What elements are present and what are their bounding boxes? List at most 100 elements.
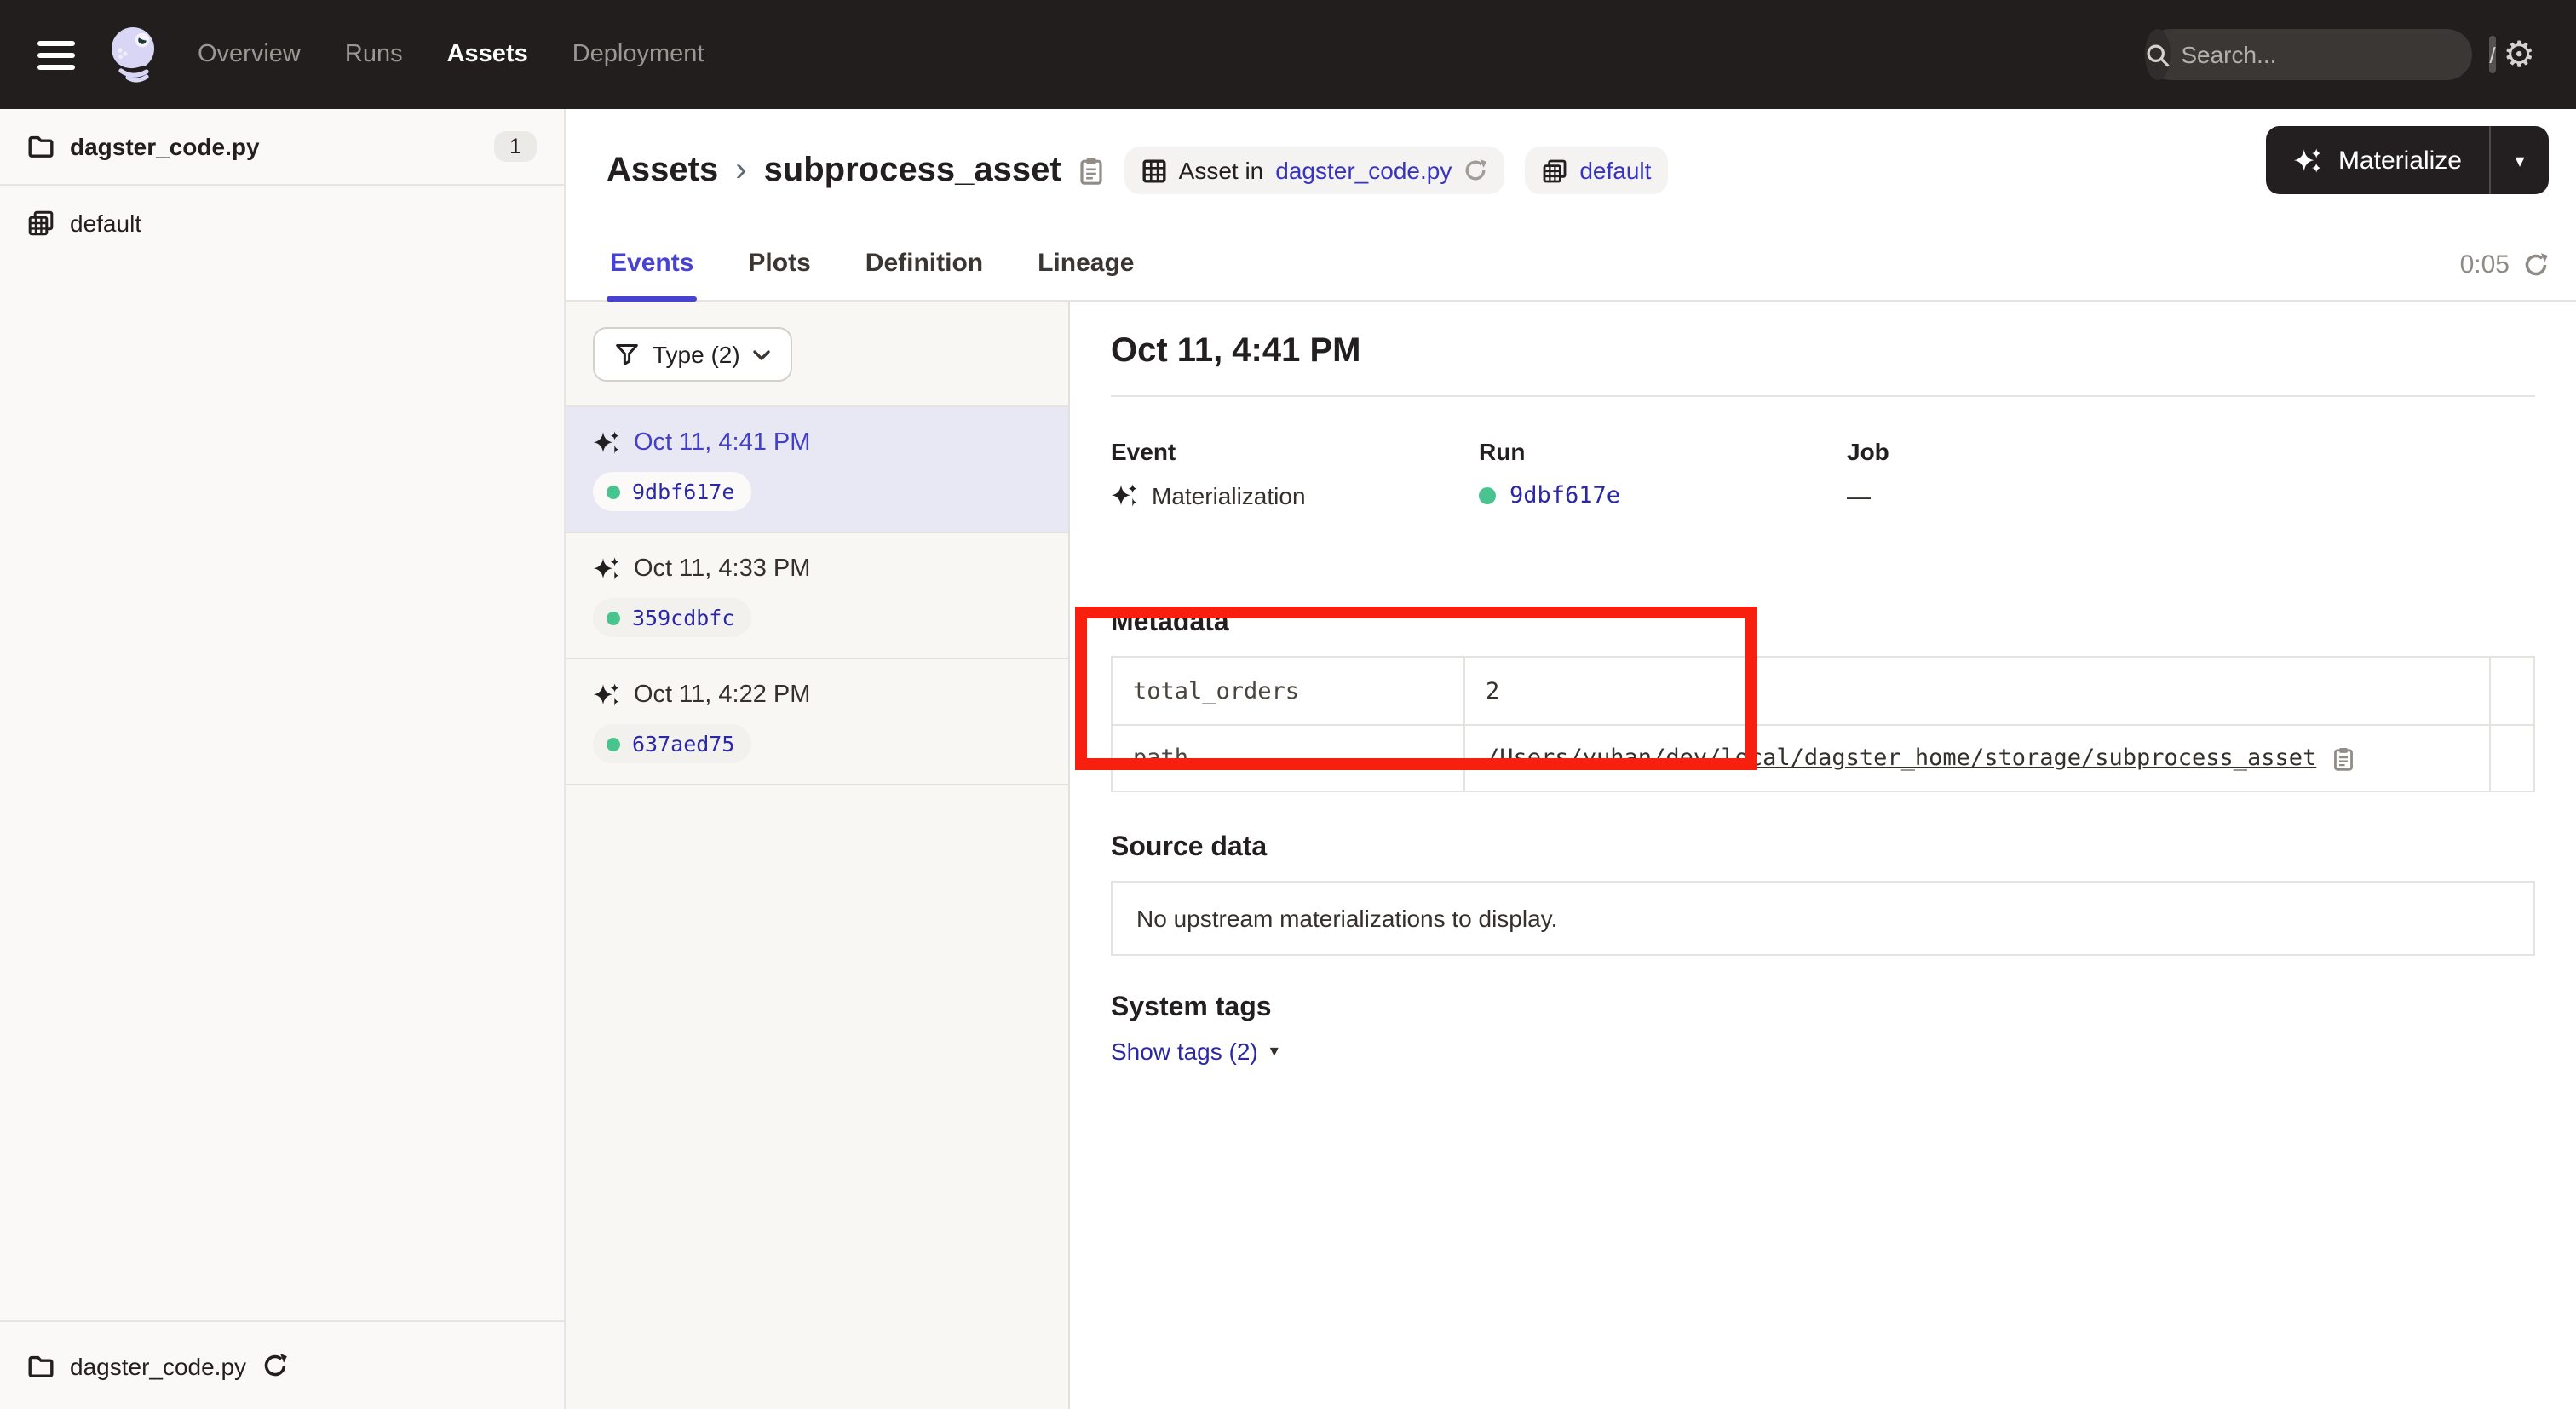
source-data-empty-box: No upstream materializations to display.	[1111, 881, 2535, 956]
reload-icon[interactable]	[1463, 158, 1487, 182]
metadata-key: total_orders	[1113, 658, 1463, 724]
code-location-name: dagster_code.py	[70, 133, 260, 160]
refresh-icon[interactable]	[2523, 252, 2549, 278]
show-tags-link[interactable]: Show tags (2) ▾	[1111, 1038, 1279, 1065]
run-status-dot	[607, 485, 620, 498]
materialization-sparkle-icon	[593, 681, 620, 709]
caret-down-icon: ▾	[2515, 149, 2524, 171]
tab-events[interactable]: Events	[607, 249, 697, 300]
run-id-link[interactable]: 9dbf617e	[1509, 482, 1620, 509]
chevron-down-icon	[754, 348, 771, 360]
tab-lineage[interactable]: Lineage	[1034, 249, 1137, 300]
breadcrumb: Assets › subprocess_asset	[607, 151, 1104, 190]
breadcrumb-asset-name: subprocess_asset	[764, 151, 1061, 190]
event-list-item[interactable]: Oct 11, 4:22 PM 637aed75	[566, 659, 1068, 785]
filter-label: Type (2)	[653, 341, 740, 368]
materialize-split-button: Materialize ▾	[2267, 126, 2549, 194]
tab-definition[interactable]: Definition	[862, 249, 986, 300]
event-date: Oct 11, 4:33 PM	[634, 555, 810, 583]
asset-tabs: Events Plots Definition Lineage 0:05	[607, 225, 2549, 300]
refresh-timer: 0:05	[2460, 250, 2549, 300]
search-box[interactable]: /	[2145, 29, 2472, 80]
nav-runs[interactable]: Runs	[345, 41, 403, 68]
app-window: Overview Runs Assets Deployment / ⚙ dags	[0, 0, 2576, 1409]
nav-overview[interactable]: Overview	[198, 41, 301, 68]
event-detail-pane: Oct 11, 4:41 PM Event Materialization	[1070, 302, 2576, 1409]
type-filter-button[interactable]: Type (2)	[593, 327, 793, 382]
search-shortcut-key: /	[2489, 36, 2495, 73]
divider	[1111, 395, 2535, 397]
folder-icon	[27, 1352, 55, 1379]
run-badge[interactable]: 637aed75	[593, 724, 751, 763]
metadata-title: Metadata	[1111, 608, 2535, 639]
nav-deployment[interactable]: Deployment	[572, 41, 704, 68]
source-data-empty-text: No upstream materializations to display.	[1136, 905, 1557, 932]
tag-code-location-link[interactable]: dagster_code.py	[1275, 157, 1452, 184]
metadata-section: Metadata total_orders 2 path /Users/yuha…	[1111, 608, 2535, 792]
run-badge[interactable]: 9dbf617e	[593, 472, 751, 511]
nav-assets[interactable]: Assets	[447, 41, 528, 68]
materialize-button[interactable]: Materialize	[2267, 126, 2489, 194]
event-date: Oct 11, 4:41 PM	[634, 429, 810, 457]
sidebar-item-default-group[interactable]: default	[0, 186, 564, 261]
event-list-item[interactable]: Oct 11, 4:41 PM 9dbf617e	[566, 407, 1068, 533]
materialize-label: Materialize	[2338, 146, 2462, 175]
path-link[interactable]: /Users/yuhan/dev/local/dagster_home/stor…	[1486, 745, 2316, 772]
tag-prefix: Asset in	[1179, 157, 1264, 184]
asset-sidebar: dagster_code.py 1 default dagster_code.p…	[0, 109, 566, 1409]
run-status-dot	[1479, 487, 1496, 504]
event-type-value: Materialization	[1152, 482, 1306, 509]
tab-plots[interactable]: Plots	[745, 249, 814, 300]
metadata-key: path	[1113, 724, 1463, 791]
metadata-extra-cell	[2489, 658, 2533, 724]
show-tags-label: Show tags (2)	[1111, 1038, 1258, 1065]
sidebar-footer-code-location: dagster_code.py	[0, 1320, 564, 1409]
menu-icon[interactable]	[37, 40, 75, 69]
filter-funnel-icon	[615, 342, 639, 366]
run-id: 637aed75	[632, 731, 734, 756]
event-date: Oct 11, 4:22 PM	[634, 681, 810, 709]
asset-table-icon	[1141, 158, 1167, 183]
metadata-value: /Users/yuhan/dev/local/dagster_home/stor…	[1463, 724, 2489, 791]
tag-group-link[interactable]: default	[1579, 157, 1651, 184]
code-location-tag: Asset in dagster_code.py	[1124, 147, 1505, 194]
metadata-value: 2	[1463, 658, 2489, 724]
breadcrumb-assets[interactable]: Assets	[607, 151, 718, 190]
metadata-table: total_orders 2 path /Users/yuhan/dev/loc…	[1111, 656, 2535, 792]
caret-down-icon: ▾	[1270, 1042, 1279, 1061]
materialization-sparkle-icon	[593, 555, 620, 583]
run-label: Run	[1479, 438, 1847, 465]
run-badge[interactable]: 359cdbfc	[593, 598, 751, 637]
dagster-logo-icon[interactable]	[102, 22, 164, 87]
run-status-dot	[607, 611, 620, 624]
source-data-title: Source data	[1111, 833, 2535, 864]
event-list-item[interactable]: Oct 11, 4:33 PM 359cdbfc	[566, 533, 1068, 659]
run-status-dot	[607, 737, 620, 751]
search-input[interactable]	[2171, 41, 2489, 68]
timer-value: 0:05	[2460, 250, 2510, 279]
breadcrumb-separator: ›	[735, 151, 746, 190]
asset-header: Assets › subprocess_asset Asset in dagst…	[566, 109, 2576, 302]
metadata-extra-cell	[2489, 724, 2533, 791]
run-id: 359cdbfc	[632, 605, 734, 630]
materialize-dropdown-button[interactable]: ▾	[2491, 126, 2549, 194]
asset-count-badge: 1	[494, 131, 537, 162]
search-icon	[2145, 29, 2171, 80]
gear-icon[interactable]: ⚙	[2503, 37, 2535, 72]
copy-icon[interactable]	[1078, 156, 1104, 185]
reload-icon[interactable]	[262, 1353, 287, 1378]
sparkle-icon	[2294, 146, 2323, 175]
event-list-pane: Type (2) Oct 11, 4:41 PM	[566, 302, 1070, 1409]
source-data-section: Source data No upstream materializations…	[1111, 833, 2535, 956]
job-value: —	[1847, 482, 1871, 509]
run-id: 9dbf617e	[632, 479, 734, 504]
copy-icon[interactable]	[2332, 745, 2354, 771]
group-name: default	[70, 210, 141, 237]
primary-nav: Overview Runs Assets Deployment	[198, 41, 704, 68]
event-detail-title: Oct 11, 4:41 PM	[1111, 332, 2535, 371]
asset-group-icon	[1542, 158, 1567, 183]
system-tags-title: System tags	[1111, 993, 2535, 1024]
sidebar-item-code-location[interactable]: dagster_code.py 1	[0, 109, 564, 186]
folder-icon	[27, 133, 55, 160]
asset-group-icon	[27, 210, 55, 237]
